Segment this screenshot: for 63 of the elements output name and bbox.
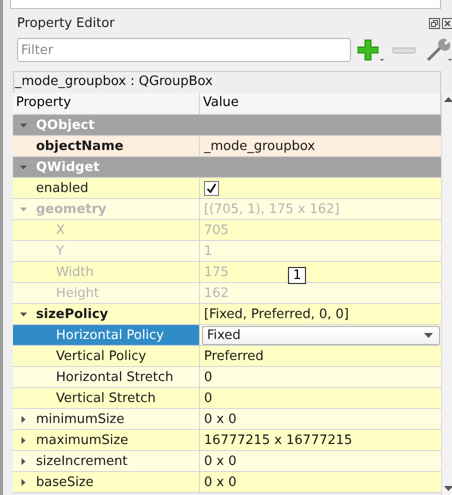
property-name: Y: [56, 244, 64, 258]
property-row[interactable]: Horizontal Policy Fixed: [13, 325, 441, 346]
expand-arrow-icon[interactable]: [19, 456, 28, 466]
category-label: QWidget: [36, 160, 100, 174]
category-label: QObject: [36, 118, 95, 132]
close-icon[interactable]: [442, 18, 452, 28]
property-value: 0 x 0: [204, 454, 236, 468]
property-value: 0: [204, 390, 212, 406]
property-row[interactable]: Vertical Policy Preferred: [13, 346, 441, 367]
property-row[interactable]: baseSize 0 x 0: [13, 472, 441, 493]
property-row[interactable]: sizePolicy [Fixed, Preferred, 0, 0]: [13, 304, 441, 325]
dropdown-arrow-icon: [424, 332, 433, 338]
property-name: minimumSize: [36, 412, 124, 426]
property-row[interactable]: sizeIncrement 0 x 0: [13, 451, 441, 472]
filter-field[interactable]: Filter: [17, 38, 351, 62]
checkbox[interactable]: [204, 180, 219, 196]
property-name: enabled: [36, 180, 88, 196]
scroll-up-icon[interactable]: [444, 97, 452, 102]
property-value: 0 x 0: [204, 474, 236, 490]
property-row[interactable]: Vertical Stretch 0: [13, 388, 441, 409]
wrench-icon[interactable]: [425, 38, 452, 62]
policy-dropdown[interactable]: Fixed: [202, 326, 440, 344]
collapse-arrow-icon[interactable]: [19, 120, 28, 130]
collapse-arrow-icon[interactable]: [19, 162, 28, 172]
property-value: 1: [204, 244, 212, 258]
property-name: geometry: [36, 202, 107, 216]
property-value: [Fixed, Preferred, 0, 0]: [204, 306, 349, 322]
property-value: 705: [204, 222, 229, 238]
property-row[interactable]: maximumSize 16777215 x 16777215: [13, 430, 441, 451]
property-name: maximumSize: [36, 432, 128, 448]
property-name: sizeIncrement: [36, 454, 128, 468]
property-value: Preferred: [204, 348, 264, 364]
property-value: [(705, 1), 175 x 162]: [204, 202, 340, 216]
property-value: 162: [204, 286, 229, 300]
property-row[interactable]: minimumSize 0 x 0: [13, 409, 441, 430]
expand-arrow-icon[interactable]: [19, 414, 28, 424]
panel-title: Property Editor: [17, 16, 116, 30]
property-row[interactable]: objectName _mode_groupbox: [13, 136, 441, 157]
property-name: Vertical Stretch: [56, 390, 156, 406]
property-row[interactable]: enabled: [13, 178, 441, 199]
collapse-arrow-icon[interactable]: [19, 310, 28, 318]
scroll-down-icon[interactable]: [444, 486, 452, 491]
property-name: Height: [56, 286, 99, 300]
expand-arrow-icon[interactable]: [19, 436, 28, 444]
property-name: Horizontal Stretch: [56, 370, 174, 384]
add-icon[interactable]: [357, 38, 385, 62]
property-value: 0 x 0: [204, 412, 236, 426]
column-header[interactable]: Property: [13, 93, 200, 114]
property-value: 0: [204, 370, 212, 384]
property-name: Width: [56, 264, 94, 280]
marker-badge: 1: [288, 267, 306, 284]
float-icon[interactable]: [429, 18, 440, 28]
property-name: objectName: [36, 138, 124, 154]
property-name: sizePolicy: [36, 306, 108, 322]
property-value: _mode_groupbox: [204, 138, 316, 154]
expand-arrow-icon[interactable]: [19, 478, 28, 486]
property-name: X: [56, 222, 65, 238]
property-name: Horizontal Policy: [56, 328, 164, 342]
property-value: 16777215 x 16777215: [204, 432, 352, 448]
property-name: baseSize: [36, 474, 94, 490]
property-row[interactable]: Horizontal Stretch 0: [13, 367, 441, 388]
property-value: 175: [204, 264, 229, 280]
property-name: Vertical Policy: [56, 348, 146, 364]
